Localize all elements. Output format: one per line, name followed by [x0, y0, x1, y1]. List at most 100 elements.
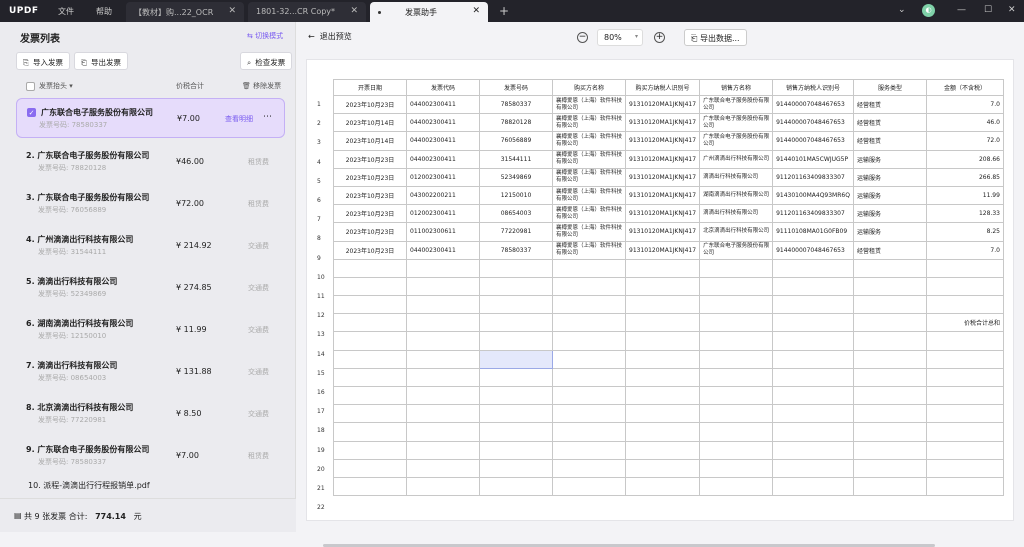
- table-cell[interactable]: 广东联合电子服务股份有限公司: [699, 94, 774, 115]
- table-cell[interactable]: [479, 367, 553, 388]
- table-cell[interactable]: 滴滴出行科技有限公司: [699, 204, 774, 224]
- table-cell[interactable]: 911201163409833307: [772, 204, 854, 224]
- table-cell[interactable]: [624, 476, 701, 497]
- table-cell[interactable]: [406, 295, 480, 315]
- table-cell[interactable]: [552, 422, 626, 442]
- list-item[interactable]: 8. 北京滴滴出行科技有限公司 发票号码: 77220981 ¥ 8.50 交通费: [16, 394, 285, 434]
- table-cell[interactable]: 2023年10月23日: [333, 240, 407, 260]
- table-cell[interactable]: 012002300411: [406, 167, 480, 187]
- table-cell[interactable]: 经营租赁: [852, 113, 927, 133]
- table-cell[interactable]: 2023年10月23日: [333, 204, 407, 224]
- table-cell[interactable]: [624, 385, 701, 406]
- table-cell[interactable]: [406, 404, 480, 424]
- table-cell[interactable]: [852, 385, 927, 406]
- table-cell[interactable]: 77220981: [479, 222, 553, 242]
- table-cell[interactable]: [333, 440, 407, 460]
- table-cell[interactable]: [699, 349, 774, 369]
- table-cell[interactable]: [479, 440, 553, 460]
- table-cell[interactable]: 经营租赁: [852, 94, 927, 115]
- table-cell[interactable]: 2023年10月23日: [333, 222, 407, 242]
- select-all[interactable]: 发票抬头 ▾: [26, 81, 73, 91]
- maximize-icon[interactable]: ☐: [984, 5, 992, 15]
- table-cell[interactable]: 2023年10月14日: [333, 131, 407, 151]
- table-cell[interactable]: [333, 313, 407, 333]
- table-cell[interactable]: 襄樽爱恩（上海）软件科技有限公司: [552, 113, 626, 133]
- table-cell[interactable]: 044002300411: [406, 131, 480, 151]
- table-cell[interactable]: [552, 385, 626, 406]
- menu-help[interactable]: 帮助: [96, 6, 112, 17]
- table-cell[interactable]: [624, 349, 701, 369]
- table-cell[interactable]: 7.0: [925, 240, 1004, 260]
- tab-document-1[interactable]: 【教材】购...22_OCR ✕: [126, 2, 244, 22]
- table-cell[interactable]: [699, 295, 774, 315]
- zoom-out-icon[interactable]: −: [577, 32, 588, 43]
- exit-preview-button[interactable]: ← 退出预览: [308, 31, 352, 42]
- table-cell[interactable]: 襄樽爱恩（上海）软件科技有限公司: [552, 94, 626, 115]
- table-cell[interactable]: [772, 276, 854, 297]
- table-cell[interactable]: [699, 276, 774, 297]
- table-cell[interactable]: 襄樽爱恩（上海）软件科技有限公司: [552, 149, 626, 169]
- table-cell[interactable]: [406, 349, 480, 369]
- table-cell[interactable]: [333, 367, 407, 388]
- table-cell[interactable]: [479, 476, 553, 497]
- list-item[interactable]: 9. 广东联合电子服务股份有限公司 发票号码: 78580337 ¥7.00 租赁费: [16, 436, 285, 476]
- table-cell[interactable]: [624, 367, 701, 388]
- table-cell[interactable]: 运输服务: [852, 149, 927, 169]
- table-cell[interactable]: 011002300611: [406, 222, 480, 242]
- table-cell[interactable]: [772, 458, 854, 478]
- table-cell[interactable]: [624, 404, 701, 424]
- table-cell[interactable]: 91310120MA1JKNJ417: [624, 113, 701, 133]
- table-cell[interactable]: 012002300411: [406, 204, 480, 224]
- table-cell[interactable]: [552, 404, 626, 424]
- table-cell[interactable]: [852, 331, 927, 351]
- table-cell[interactable]: 044002300411: [406, 94, 480, 115]
- table-cell[interactable]: [699, 367, 774, 388]
- table-cell[interactable]: 运输服务: [852, 222, 927, 242]
- table-cell[interactable]: [699, 440, 774, 460]
- table-cell[interactable]: 208.66: [925, 149, 1004, 169]
- table-cell[interactable]: 911201163409833307: [772, 167, 854, 187]
- table-cell[interactable]: [552, 313, 626, 333]
- table-cell[interactable]: [772, 404, 854, 424]
- table-cell[interactable]: [406, 367, 480, 388]
- table-cell[interactable]: [479, 276, 553, 297]
- view-detail-link[interactable]: 查看明细: [225, 114, 253, 124]
- table-cell[interactable]: [852, 276, 927, 297]
- table-cell[interactable]: 46.0: [925, 113, 1004, 133]
- list-item[interactable]: 7. 滴滴出行科技有限公司 发票号码: 08654003 ¥ 131.88 交通费: [16, 352, 285, 392]
- table-cell[interactable]: 7.0: [925, 94, 1004, 115]
- table-cell[interactable]: [852, 404, 927, 424]
- table-cell[interactable]: 266.85: [925, 167, 1004, 187]
- table-cell[interactable]: [333, 458, 407, 478]
- table-cell[interactable]: [333, 385, 407, 406]
- tab-invoice-assistant[interactable]: 发票助手 ✕: [370, 2, 488, 22]
- tab-document-2[interactable]: 1801-32...CR Copy* ✕: [248, 2, 366, 22]
- table-cell[interactable]: [772, 440, 854, 460]
- table-cell[interactable]: 2023年10月23日: [333, 149, 407, 169]
- table-cell[interactable]: 044002300411: [406, 240, 480, 260]
- table-cell[interactable]: 12150010: [479, 185, 553, 206]
- table-cell[interactable]: 91310120MA1JKNJ417: [624, 204, 701, 224]
- table-cell[interactable]: [479, 404, 553, 424]
- table-cell[interactable]: [333, 295, 407, 315]
- table-cell[interactable]: [624, 258, 701, 278]
- close-icon[interactable]: ✕: [472, 6, 480, 16]
- table-cell[interactable]: [699, 476, 774, 497]
- table-cell[interactable]: [772, 367, 854, 388]
- table-cell[interactable]: [333, 476, 407, 497]
- spreadsheet-preview[interactable]: 开票日期 发票代码 发票号码 购买方名称 购买方纳税人识别号 销售方名称 销售方…: [306, 59, 1014, 547]
- table-cell[interactable]: [772, 476, 854, 497]
- table-cell[interactable]: [772, 349, 854, 369]
- table-cell[interactable]: 襄樽爱恩（上海）软件科技有限公司: [552, 131, 626, 151]
- table-cell[interactable]: 运输服务: [852, 167, 927, 187]
- list-item[interactable]: 4. 广州滴滴出行科技有限公司 发票号码: 31544111 ¥ 214.92 交通费: [16, 226, 285, 266]
- table-cell[interactable]: [852, 258, 927, 278]
- table-cell[interactable]: [406, 476, 480, 497]
- zoom-in-icon[interactable]: +: [654, 32, 665, 43]
- table-cell[interactable]: [699, 422, 774, 442]
- table-cell[interactable]: [699, 458, 774, 478]
- table-cell[interactable]: 91440000704846765​3: [772, 131, 854, 151]
- list-item[interactable]: 5. 滴滴出行科技有限公司 发票号码: 52349869 ¥ 274.85 交通费: [16, 268, 285, 308]
- table-cell[interactable]: [925, 367, 1004, 388]
- table-cell[interactable]: 91440000704846765​3: [772, 94, 854, 115]
